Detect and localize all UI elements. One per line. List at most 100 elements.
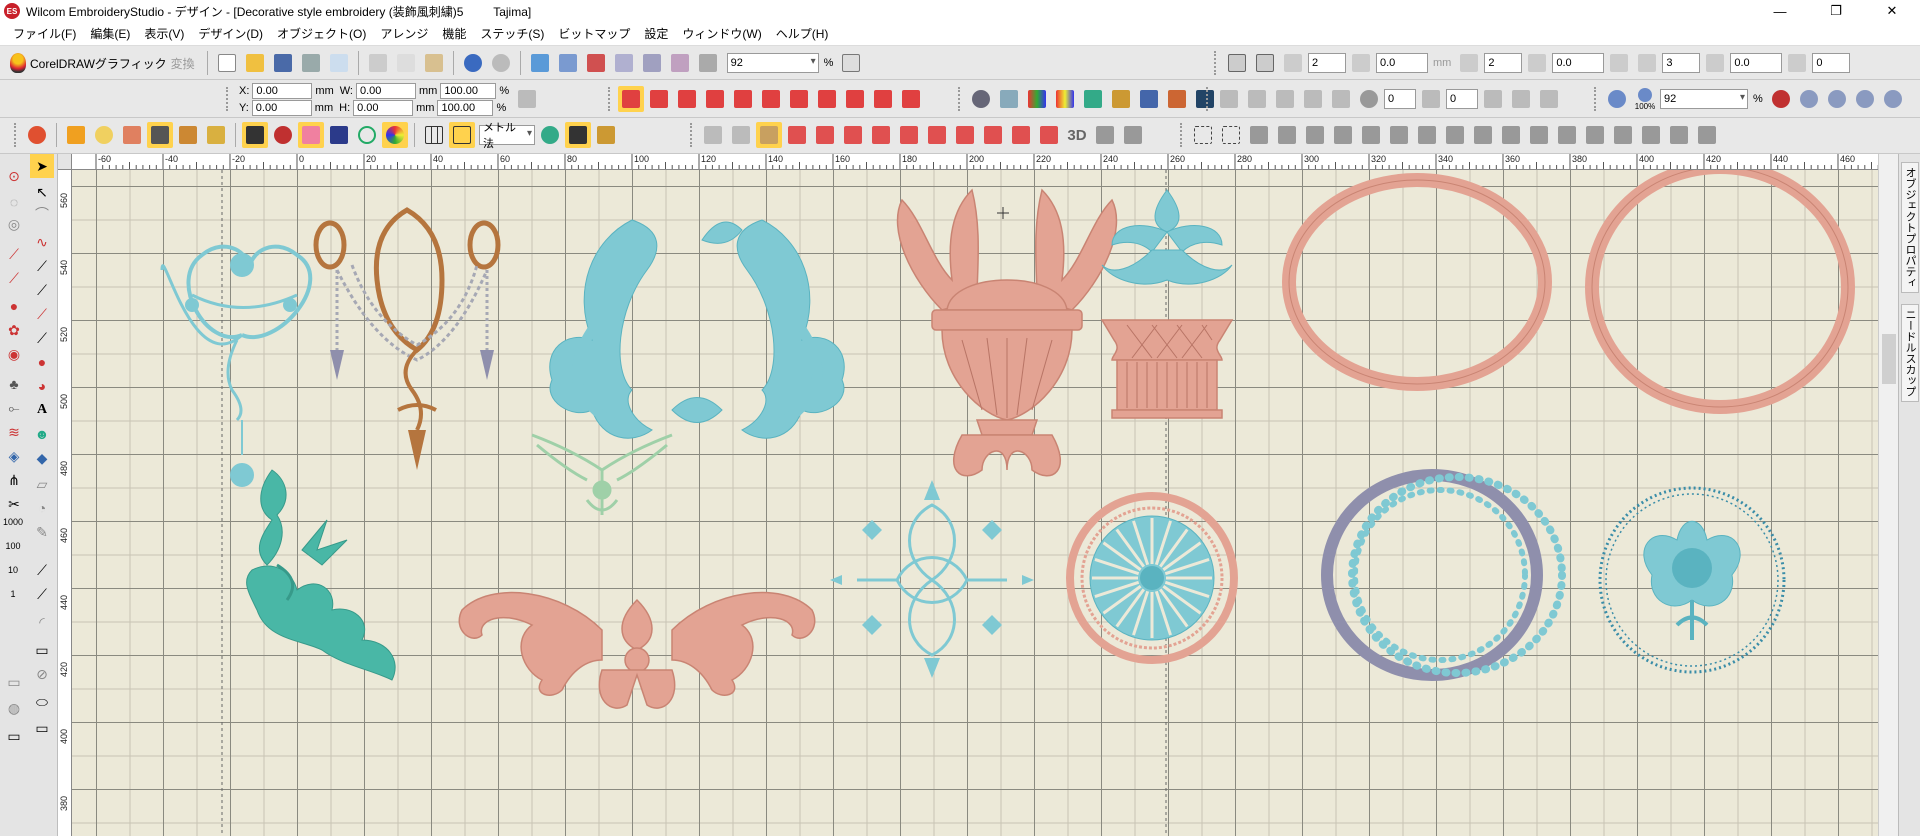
fill-tool-button[interactable] [63,122,89,148]
group-button[interactable] [1302,122,1328,148]
arrange-button[interactable] [1508,86,1534,112]
effect-9-button[interactable] [924,122,950,148]
auto-digitize-tool[interactable]: ♣ [2,372,26,396]
shirt-button[interactable] [326,122,352,148]
run-tool[interactable]: ⟋ [30,254,54,278]
rotate-angle-field[interactable]: 0 [1384,89,1416,109]
effect-1-button[interactable] [700,122,726,148]
page-tool-b[interactable]: ▭ [2,670,26,694]
design-canvas[interactable] [72,170,1878,836]
tatami-button[interactable] [646,86,672,112]
knife-tool[interactable]: ◎ [2,212,26,236]
menu-function[interactable]: 機能 [435,25,473,42]
redo-button[interactable] [488,50,514,76]
combine-button[interactable] [1358,122,1384,148]
curve-tool-button[interactable] [147,122,173,148]
zoom-out-button[interactable] [1796,86,1822,112]
undo-button[interactable] [460,50,486,76]
satin-tool[interactable]: ⟋ [30,302,54,326]
bronze-chain-pendant-design[interactable] [313,207,501,470]
rotate-button[interactable] [1356,86,1382,112]
spin-4[interactable]: 0.0 [1552,53,1605,73]
y-position-field[interactable]: 0.00 [251,99,312,116]
align-left-button[interactable] [1386,122,1412,148]
docker-tab-object-properties[interactable]: オブジェクトプロパティ [1901,162,1919,293]
copy-button[interactable] [393,50,419,76]
slant-angle-field[interactable]: 0 [1446,89,1478,109]
vertical-scrollbar[interactable] [1878,154,1898,836]
applique-button[interactable] [298,122,324,148]
align-center-button[interactable] [1414,122,1440,148]
rectangle-tool[interactable]: ▭ [30,716,54,740]
align-right-button[interactable] [1442,122,1468,148]
zigzag-tool[interactable]: ≋ [2,420,26,444]
lettering-tool[interactable]: A [30,398,54,422]
paste-button[interactable] [421,50,447,76]
line-tool-b[interactable]: ⟋ [30,582,54,606]
same-size-button[interactable] [1638,122,1664,148]
effect-3-button[interactable] [756,122,782,148]
color-bars-button[interactable] [1024,86,1050,112]
scale-width-field[interactable]: 100.00 [440,82,497,99]
effect-6-button[interactable] [840,122,866,148]
photo-stitch-tool[interactable]: ◕ [30,374,54,398]
ellipse-button[interactable] [354,122,380,148]
salmon-scroll-bow-design[interactable] [458,591,816,709]
x-position-field[interactable]: 0.00 [252,82,313,99]
column-tool[interactable]: ⟋ [30,326,54,350]
sunburst-roundel-design[interactable] [1066,492,1238,664]
salmon-urn-design[interactable] [896,188,1118,477]
satin-button[interactable] [618,86,644,112]
outline-tool-button[interactable] [91,122,117,148]
zoom-selection-button[interactable] [1852,86,1878,112]
minimize-button[interactable]: — [1752,0,1808,22]
zoom-button[interactable] [1604,86,1630,112]
space-button[interactable] [1280,50,1306,76]
effect-10-button[interactable] [952,122,978,148]
3d-button[interactable]: 3D [1064,122,1090,148]
spin-1[interactable]: 2 [1308,53,1346,73]
menu-object[interactable]: オブジェクト(O) [270,25,373,42]
teal-leaf-spray-design[interactable] [246,469,396,681]
effect-12-button[interactable] [1008,122,1034,148]
line-tool-a[interactable]: ⟋ [30,558,54,582]
kaleido-button[interactable] [1702,50,1728,76]
mint-motif-design[interactable] [531,433,673,515]
menu-arrange[interactable]: アレンジ [373,25,435,42]
effect-8-button[interactable] [896,122,922,148]
stitch-player-button[interactable] [583,50,609,76]
digitize-input-b[interactable]: ∿ [30,230,54,254]
width-field[interactable]: 0.00 [355,82,416,99]
align-middle-button[interactable] [1498,122,1524,148]
scrollbar-thumb[interactable] [1882,334,1896,384]
salmon-oval-frame-small[interactable] [1282,173,1552,391]
shape-edit-tool[interactable]: ◌ [2,190,26,214]
digitize-input-c[interactable]: ⟋ [2,266,26,290]
aqua-wreath-design[interactable] [549,219,845,439]
zoom-fit-button[interactable] [1824,86,1850,112]
wave-button[interactable] [870,86,896,112]
color-film-button[interactable] [1108,86,1134,112]
menu-window[interactable]: ウィンドウ(W) [675,25,768,42]
trace-button[interactable] [695,50,721,76]
send-button[interactable] [639,50,665,76]
wrench-tool[interactable]: ✎ [30,520,54,544]
zoom-options-button[interactable] [838,50,864,76]
stamp-button[interactable] [1164,86,1190,112]
arc-tool[interactable]: ◔ [30,496,54,520]
effect-2-button[interactable] [728,122,754,148]
lock-button[interactable] [1246,122,1272,148]
arc-tool-b[interactable]: ◜ [30,610,54,634]
fill-circle-tool[interactable]: ● [2,294,26,318]
center-page-button[interactable] [1610,122,1636,148]
embroidery-lettering-tool[interactable]: ⊙ [2,164,26,188]
menu-bitmap[interactable]: ビットマップ [551,25,637,42]
ball-tool[interactable]: ● [30,350,54,374]
ellipse-tool[interactable]: ⬭ [30,690,54,714]
shape-tool-button[interactable] [242,122,268,148]
rotate-right-button[interactable] [1328,86,1354,112]
menu-settings[interactable]: 設定 [637,25,675,42]
break-apart-button[interactable] [1536,86,1562,112]
spin-2[interactable]: 0.0 [1376,53,1428,73]
select-tool[interactable]: ➤ [30,154,54,178]
